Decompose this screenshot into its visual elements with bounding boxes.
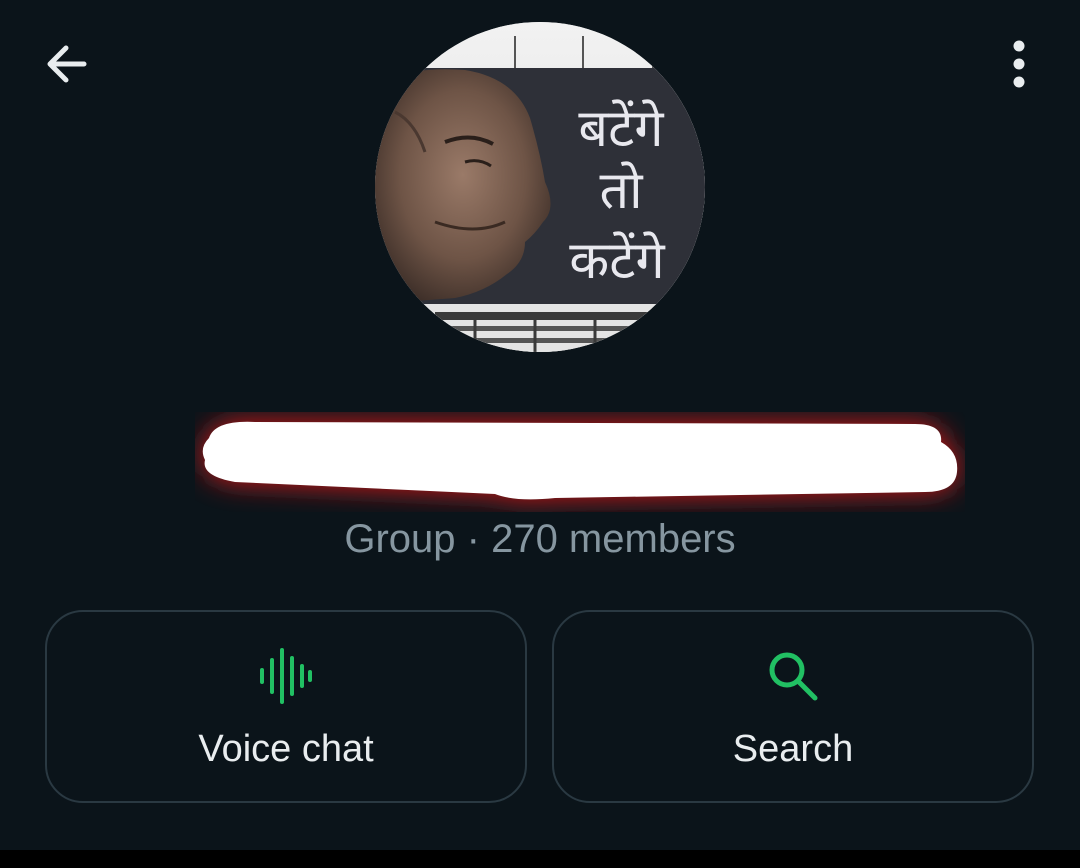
group-photo: बटेंगे तो कटेंगे bbox=[375, 22, 705, 352]
more-options-button[interactable] bbox=[994, 36, 1044, 96]
group-avatar[interactable]: बटेंगे तो कटेंगे bbox=[375, 22, 705, 352]
svg-text:बटेंगे: बटेंगे bbox=[578, 99, 664, 159]
svg-text:तो: तो bbox=[599, 161, 644, 221]
arrow-left-icon bbox=[42, 40, 90, 93]
bottom-edge-bar bbox=[0, 850, 1080, 868]
waveform-icon bbox=[256, 646, 316, 706]
svg-text:कटेंगे: कटेंगे bbox=[569, 231, 665, 291]
group-name-redacted bbox=[195, 412, 965, 512]
search-icon bbox=[763, 646, 823, 706]
search-label: Search bbox=[732, 728, 854, 770]
group-info-screen: बटेंगे तो कटेंगे Group · 270 members Voi… bbox=[0, 0, 1080, 868]
voice-chat-button[interactable]: Voice chat bbox=[45, 610, 527, 803]
back-button[interactable] bbox=[36, 36, 96, 96]
search-button[interactable]: Search bbox=[552, 610, 1034, 803]
group-member-count: Group · 270 members bbox=[344, 517, 736, 561]
more-vert-icon bbox=[1011, 39, 1027, 94]
voice-chat-label: Voice chat bbox=[198, 728, 374, 770]
